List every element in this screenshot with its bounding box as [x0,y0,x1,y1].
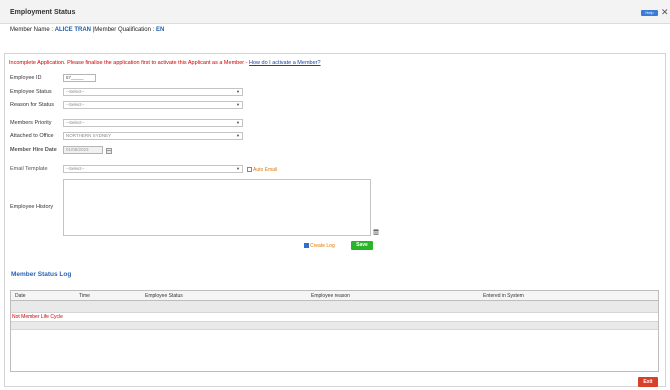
email-template-label: Email Template [10,166,48,172]
member-status-log-title: Member Status Log [11,271,72,278]
column-header-entered-in-system[interactable]: Entered in System [483,293,524,299]
empty-log-message: Not Member Life Cycle [12,314,63,320]
member-info: Member Name : ALICE TRAN |Member Qualifi… [10,27,164,33]
member-hire-date-label: Member Hire Date [10,147,57,153]
reason-for-status-value: --Select-- [66,102,85,107]
chevron-down-icon: ▼ [236,102,240,107]
members-priority-select[interactable]: --Select-- ▼ [63,119,243,127]
close-icon[interactable]: ✕ [661,7,669,18]
auto-email-option[interactable]: Auto Email [247,167,277,173]
exit-button[interactable]: Exit [638,377,658,387]
member-qualification-label: Member Qualification : [94,27,155,33]
chevron-down-icon: ▼ [236,89,240,94]
chevron-down-icon: ▼ [236,133,240,138]
calendar-icon[interactable] [106,148,112,154]
eraser-icon[interactable] [373,229,379,235]
employee-status-select[interactable]: --Select-- ▼ [63,88,243,96]
reason-for-status-label: Reason for Status [10,102,55,108]
incomplete-notice: Incomplete Application. Please finalise … [9,60,321,66]
activate-help-link[interactable]: How do I activate a Member? [249,60,321,66]
members-priority-label: Members Priority [10,120,52,126]
employee-id-label: Employee ID [10,75,42,81]
attached-to-office-value: NORTHERN SYDNEY [66,133,112,138]
save-button[interactable]: Save [351,241,373,250]
email-template-select[interactable]: --Select-- ▼ [63,165,243,173]
email-template-value: --Select-- [66,166,85,171]
employee-status-label: Employee Status [10,89,52,95]
window-title: Employment Status [10,9,76,16]
member-hire-date-input[interactable]: 01/08/2023 [63,146,103,154]
table-row: Not Member Life Cycle [11,313,658,322]
attached-to-office-select[interactable]: NORTHERN SYDNEY ▼ [63,132,243,140]
create-log-label: Create Log [310,243,335,249]
table-header: Date Time Employee Status Employee reaso… [11,291,658,301]
employee-status-value: --Select-- [66,89,85,94]
incomplete-notice-text: Incomplete Application. Please finalise … [9,60,249,66]
column-header-employee-reason[interactable]: Employee reason [311,293,350,299]
reason-for-status-select[interactable]: --Select-- ▼ [63,101,243,109]
members-priority-value: --Select-- [66,120,85,125]
member-status-log-table: Date Time Employee Status Employee reaso… [10,290,659,372]
member-name: ALICE TRAN [54,27,92,33]
chevron-down-icon: ▼ [236,166,240,171]
column-header-time[interactable]: Time [79,293,90,299]
member-name-label: Member Name : [10,27,54,33]
create-log-option[interactable]: Create Log [304,243,335,249]
chevron-down-icon: ▼ [236,120,240,125]
auto-email-checkbox[interactable] [247,167,252,173]
table-row [11,322,658,330]
employee-history-textarea[interactable] [63,179,371,236]
help-button[interactable]: Help [641,10,658,16]
table-row [11,301,658,313]
auto-email-label: Auto Email [253,167,278,173]
member-qualification: EN [155,27,165,33]
employee-id-input[interactable]: 87_____ [63,74,96,82]
column-header-employee-status[interactable]: Employee Status [145,293,183,299]
column-header-date[interactable]: Date [15,293,26,299]
create-log-checkbox[interactable] [304,243,309,249]
employee-history-label: Employee History [10,204,54,210]
title-bar: Employment Status Help ✕ [0,0,670,24]
attached-to-office-label: Attached to Office [10,133,54,139]
